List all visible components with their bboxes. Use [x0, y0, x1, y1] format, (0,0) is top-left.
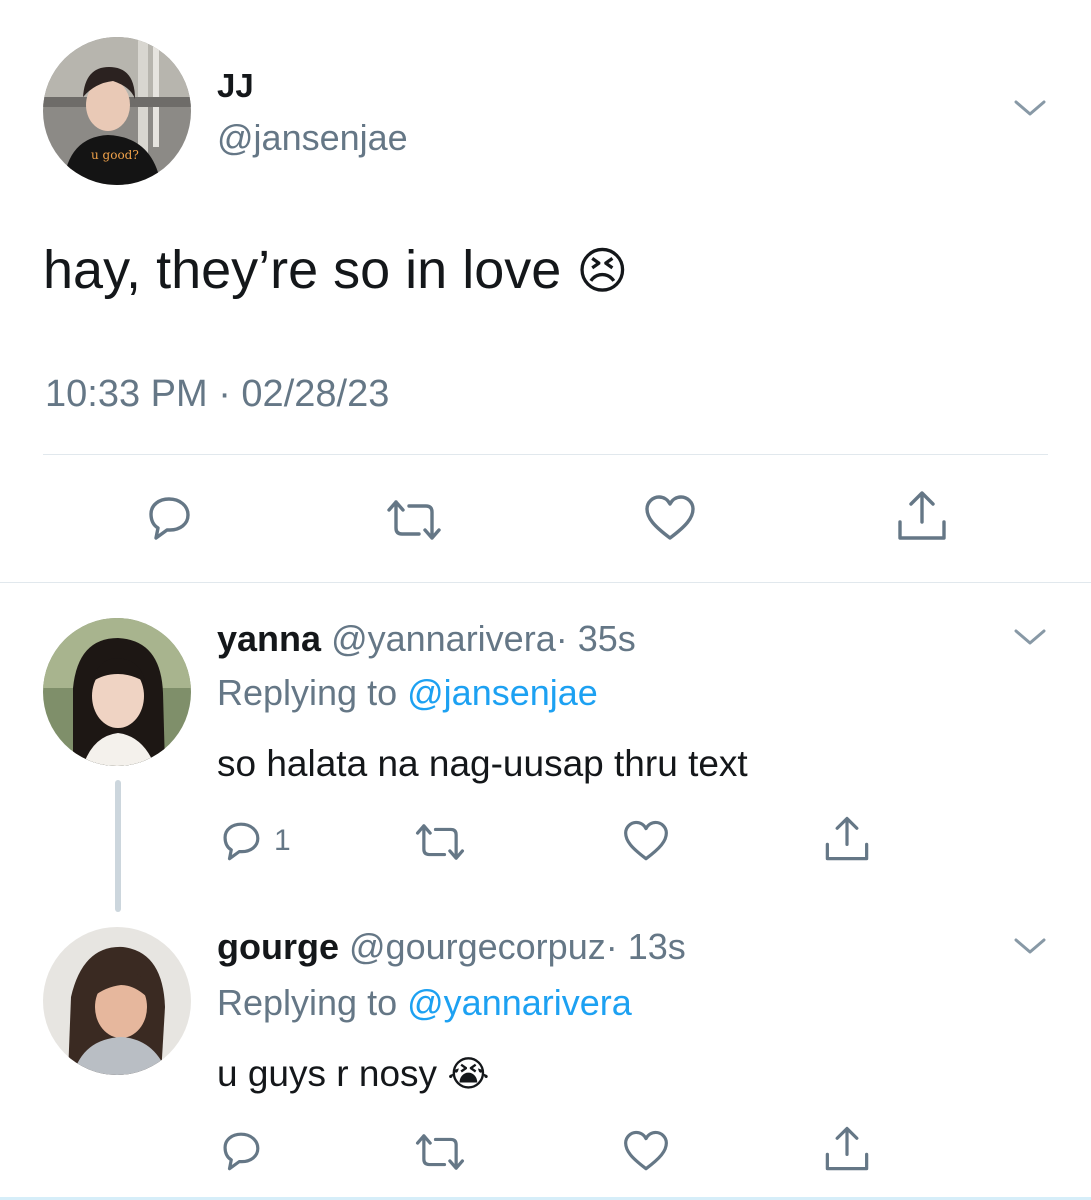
- share-icon: [822, 1124, 872, 1174]
- heart-icon: [621, 818, 671, 864]
- reply-2-like-button[interactable]: [621, 1128, 671, 1174]
- reply-2-retweet-button[interactable]: [414, 1130, 466, 1174]
- chevron-down-icon: [1012, 96, 1048, 120]
- main-handle[interactable]: @jansenjae: [217, 118, 408, 158]
- reply-1-header: yanna @yannarivera· 35s: [217, 618, 636, 660]
- reply-1-display-name[interactable]: yanna: [217, 618, 321, 659]
- reply-1-like-button[interactable]: [621, 818, 671, 864]
- reply-1-replying-to-link[interactable]: @jansenjae: [407, 672, 598, 713]
- reply-1-replying-label: Replying to: [217, 672, 398, 713]
- reply-2-time[interactable]: · 13s: [606, 926, 686, 967]
- reply-2-replying-to-link[interactable]: @yannarivera: [407, 982, 632, 1023]
- reply-1-time[interactable]: · 35s: [556, 618, 636, 659]
- chevron-down-icon: [1012, 934, 1048, 958]
- reply-2-header: gourge @gourgecorpuz· 13s: [217, 926, 686, 968]
- main-retweet-button[interactable]: [385, 496, 443, 544]
- main-share-button[interactable]: [894, 488, 950, 544]
- reply-1-replying-row: Replying to @jansenjae: [217, 672, 598, 714]
- reply-2-replying-row: Replying to @yannarivera: [217, 982, 632, 1024]
- reply-2-text-row: u guys r nosy 😭: [217, 1052, 489, 1096]
- reply-icon: [218, 818, 264, 864]
- reply-2-text: u guys r nosy: [217, 1053, 438, 1094]
- reply-1-reply-count: 1: [274, 824, 291, 857]
- main-like-button[interactable]: [642, 492, 698, 544]
- retweet-icon: [414, 1130, 466, 1174]
- heart-icon: [642, 492, 698, 544]
- reply-2-replying-label: Replying to: [217, 982, 398, 1023]
- reply-1-more-chevron[interactable]: [1012, 625, 1048, 649]
- section-divider: [0, 582, 1091, 583]
- reply-2-share-button[interactable]: [822, 1124, 872, 1174]
- share-icon: [894, 488, 950, 544]
- reply-1-handle[interactable]: @yannarivera: [331, 618, 556, 659]
- chevron-down-icon: [1012, 625, 1048, 649]
- reply-1-reply-button[interactable]: 1: [218, 818, 291, 864]
- avatar-reply-yanna[interactable]: [43, 618, 191, 766]
- main-tweet-text-row: hay, they’re so in love 😣: [43, 238, 628, 303]
- reply-1-retweet-button[interactable]: [414, 820, 466, 864]
- reply-1-text: so halata na nag-uusap thru text: [217, 743, 748, 784]
- share-icon: [822, 814, 872, 864]
- reply-2-display-name[interactable]: gourge: [217, 926, 339, 967]
- persevering-face-emoji: 😣: [576, 243, 629, 299]
- reply-2-more-chevron[interactable]: [1012, 934, 1048, 958]
- reply-icon: [143, 492, 195, 544]
- loudly-crying-face-emoji: 😭: [447, 1053, 490, 1094]
- reply-1-share-button[interactable]: [822, 814, 872, 864]
- reply-2-reply-button[interactable]: [218, 1128, 264, 1174]
- main-reply-button[interactable]: [143, 492, 195, 544]
- main-display-name[interactable]: JJ: [217, 68, 254, 104]
- avatar-main[interactable]: u good?: [43, 37, 191, 185]
- main-tweet-text: hay, they’re so in love: [43, 240, 562, 300]
- reply-2-handle[interactable]: @gourgecorpuz: [349, 926, 606, 967]
- main-timestamp[interactable]: 10:33 PM · 02/28/23: [45, 372, 389, 416]
- main-more-chevron[interactable]: [1012, 96, 1048, 120]
- retweet-icon: [385, 496, 443, 544]
- heart-icon: [621, 1128, 671, 1174]
- main-divider: [43, 454, 1048, 455]
- reply-icon: [218, 1128, 264, 1174]
- retweet-icon: [414, 820, 466, 864]
- svg-text:u good?: u good?: [91, 148, 139, 162]
- thread-line: [115, 780, 121, 912]
- avatar-reply-gourge[interactable]: [43, 927, 191, 1075]
